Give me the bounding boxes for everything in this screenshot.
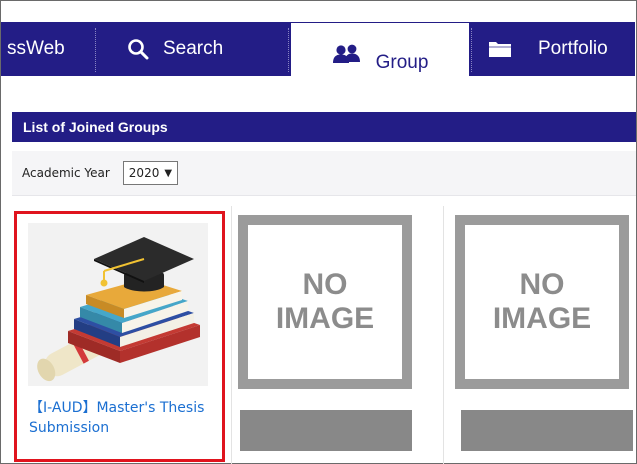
- search-icon: [128, 39, 149, 60]
- no-image-text: NO IMAGE: [492, 268, 592, 335]
- panel-title-text: List of Joined Groups: [23, 119, 168, 135]
- academic-year-value: 2020: [128, 166, 160, 180]
- academic-year-select[interactable]: 2020 ▼: [122, 161, 179, 185]
- nav-item-search[interactable]: Search: [127, 22, 223, 76]
- nav-item-label: ssWeb: [7, 38, 65, 59]
- group-title-placeholder[interactable]: [240, 410, 412, 451]
- folder-icon: [489, 42, 511, 57]
- chevron-down-icon: ▼: [164, 167, 173, 179]
- panel-title: List of Joined Groups: [12, 112, 636, 142]
- top-nav: ssWeb Search Group Portfolio: [1, 1, 635, 90]
- group-thumbnail[interactable]: [28, 223, 208, 386]
- nav-item-label: Group: [375, 51, 429, 73]
- no-image-text: NO IMAGE: [275, 268, 375, 335]
- nav-item-web[interactable]: ssWeb: [7, 22, 65, 76]
- no-image-placeholder[interactable]: NO IMAGE: [455, 215, 629, 389]
- column-separator: [443, 206, 444, 464]
- nav-separator: [95, 28, 96, 72]
- group-title-link[interactable]: 【I-AUD】Master's Thesis Submission: [29, 398, 214, 438]
- no-image-placeholder[interactable]: NO IMAGE: [238, 215, 412, 389]
- group-icon: [332, 44, 360, 63]
- nav-separator: [471, 28, 472, 72]
- group-title-placeholder[interactable]: [461, 410, 633, 451]
- nav-separator: [288, 28, 289, 72]
- nav-item-group[interactable]: Group: [291, 23, 469, 90]
- nav-item-label: Search: [163, 38, 224, 59]
- column-separator: [231, 206, 232, 464]
- academic-year-label: Academic Year: [22, 166, 110, 180]
- nav-item-portfolio[interactable]: Portfolio: [488, 22, 608, 76]
- nav-item-label: Portfolio: [538, 38, 608, 59]
- graduation-books-illustration: [28, 223, 208, 386]
- divider: [12, 195, 636, 196]
- filter-row: Academic Year 2020 ▼: [12, 151, 636, 195]
- group-card[interactable]: 【I-AUD】Master's Thesis Submission: [14, 211, 225, 462]
